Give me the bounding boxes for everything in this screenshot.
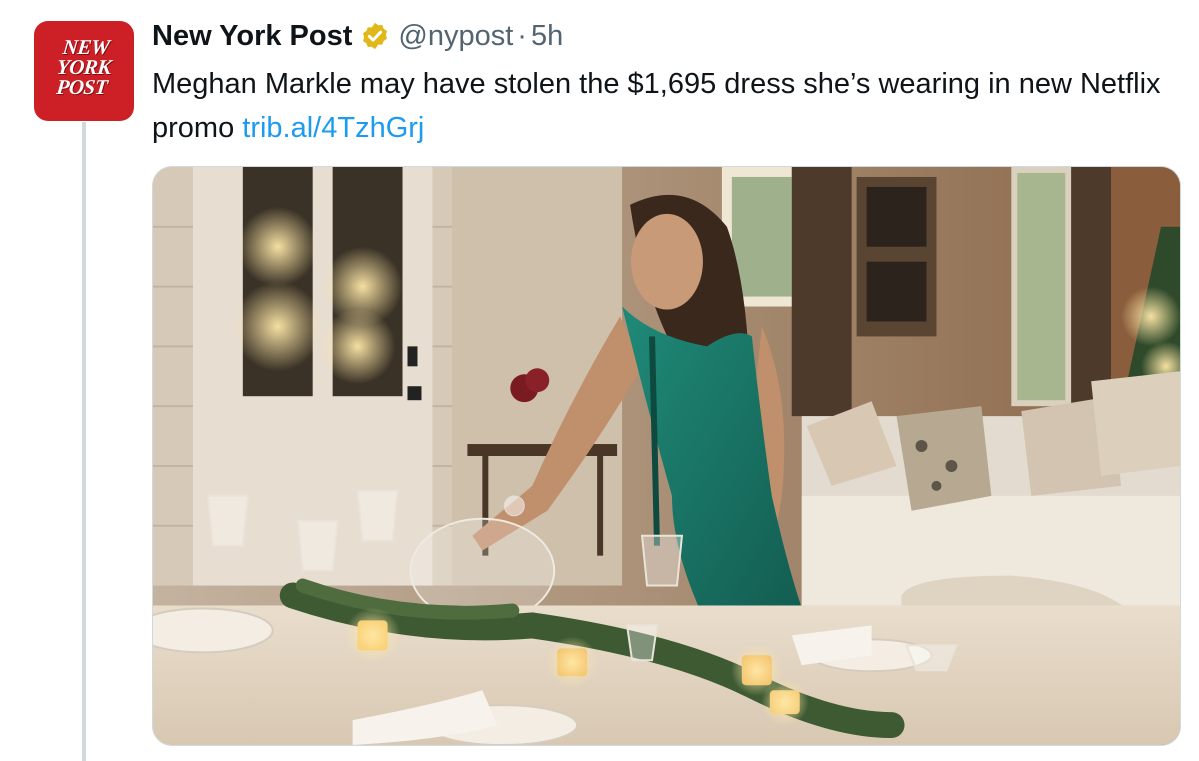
verified-badge-icon[interactable] bbox=[360, 21, 390, 51]
avatar-logo-text: NEW YORK POST bbox=[55, 35, 113, 99]
tweet-text: Meghan Markle may have stolen the $1,695… bbox=[152, 62, 1182, 150]
tweet-link[interactable]: trib.al/4TzhGrj bbox=[242, 112, 424, 144]
avatar[interactable]: NEW YORK POST bbox=[34, 21, 134, 121]
photo-image bbox=[153, 167, 1180, 745]
thread-line bbox=[82, 122, 86, 761]
tweet-photo[interactable] bbox=[152, 166, 1181, 746]
tweet-header: New York Post @nypost · 5h bbox=[152, 16, 563, 56]
tweet-timestamp[interactable]: 5h bbox=[531, 20, 563, 53]
author-handle[interactable]: @nypost bbox=[398, 20, 513, 53]
author-name[interactable]: New York Post bbox=[152, 20, 352, 53]
separator-dot: · bbox=[517, 19, 527, 52]
